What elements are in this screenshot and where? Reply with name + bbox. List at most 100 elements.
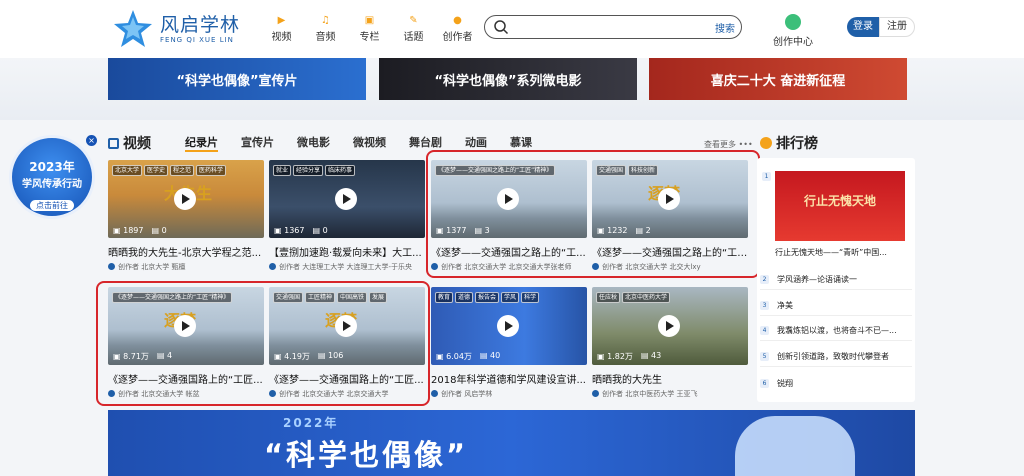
- search-box: 搜索: [484, 15, 742, 39]
- ranking-item[interactable]: 1 行止无愧天地——“青听”中国...: [760, 172, 912, 262]
- nav-column[interactable]: ▣ 专栏: [350, 14, 389, 43]
- creator-center-link[interactable]: 创作中心: [773, 14, 813, 48]
- banner-row: “科学也偶像”宣传片 “科学也偶像”系列微电影 喜庆二十大 奋进新征程: [0, 58, 1024, 120]
- views-count: ▣ 1232: [597, 226, 628, 235]
- play-icon[interactable]: [497, 315, 519, 337]
- ranking-item[interactable]: 6 锐翔: [760, 373, 912, 393]
- ranking-item[interactable]: 4 我翥炼铝以渡，也将奋斗不已—...: [760, 321, 912, 341]
- ranking-item[interactable]: 2 学风涵养—论语诵读一: [760, 270, 912, 290]
- rank-text: 锐翔: [777, 378, 793, 388]
- video-card[interactable]: 《逐梦——交通强国之路上的“工匠”精神》 ▣ 1377 ▤ 3 《逐梦——交通强国之路…: [431, 160, 587, 280]
- video-stats: ▣ 4.19万 ▤ 106: [274, 351, 351, 362]
- video-card[interactable]: 任应秋 北京中医药大学 ▣ 1.82万 ▤ 43 晒晒我的大先生创作者 北京中医药大学 …: [592, 287, 748, 407]
- video-card[interactable]: 交通强国科技创新逐梦▣ 1232▤ 2《逐梦——交通强国之路上的“工匠...创作…: [592, 160, 748, 280]
- video-tag: 工匠精神: [305, 292, 336, 303]
- video-card[interactable]: 《逐梦——交通强国之路上的“工匠”精神》逐梦▣ 8.71万▤ 4《逐梦——交通强…: [108, 287, 264, 407]
- banner-micro-film[interactable]: “科学也偶像”系列微电影: [379, 58, 637, 100]
- play-icon[interactable]: [174, 315, 196, 337]
- creator-center-label: 创作中心: [773, 37, 813, 48]
- video-thumbnail[interactable]: 《逐梦——交通强国之路上的“工匠”精神》逐梦▣ 8.71万▤ 4: [108, 287, 264, 365]
- bottom-banner-title: “科学也偶像”: [264, 438, 469, 472]
- tab-animation[interactable]: 动画: [465, 134, 487, 152]
- video-title[interactable]: 晒晒我的大先生-北京大学程之范...: [108, 244, 264, 259]
- close-icon[interactable]: ×: [86, 135, 97, 146]
- video-title[interactable]: 【壹捌加速跑·载爱向未来】大工...: [269, 244, 425, 259]
- rank-text: 创新引领道路，致敬时代攀登者: [777, 352, 889, 361]
- tab-micro-film[interactable]: 微电影: [297, 134, 330, 152]
- rank-text: 学风涵养—论语诵读一: [777, 275, 857, 284]
- author-text: 创作者 北京中医药大学 王亚飞: [602, 390, 698, 398]
- video-title[interactable]: 《逐梦——交通强国之路上的“工匠...: [592, 244, 748, 259]
- video-tags: 交通强国 科技创新: [596, 165, 660, 176]
- views-count: ▣ 8.71万: [113, 352, 149, 361]
- nav-topic[interactable]: ✎ 话题: [394, 14, 433, 43]
- comments-count: ▤ 0: [151, 226, 167, 235]
- video-tags: 《逐梦——交通强国之路上的“工匠”精神》: [112, 292, 234, 303]
- register-button[interactable]: 注册: [879, 17, 915, 37]
- tab-promo[interactable]: 宣传片: [241, 134, 274, 152]
- video-card[interactable]: 教育 道德 报告会 学风 科学 ▣ 6.04万 ▤ 40 2018年科学道德和学风建设宣讲..…: [431, 287, 587, 407]
- ranking-title: 排行榜: [776, 136, 818, 152]
- video-thumbnail[interactable]: 《逐梦——交通强国之路上的“工匠”精神》 ▣ 1377 ▤ 3: [431, 160, 587, 238]
- ranking-cover[interactable]: 行止无愧天地: [775, 171, 905, 241]
- comments-count: ▤ 106: [317, 351, 344, 360]
- video-tags: 《逐梦——交通强国之路上的“工匠”精神》: [435, 165, 557, 176]
- promo-button[interactable]: 点击前往: [30, 200, 74, 211]
- video-thumbnail[interactable]: 交通强国工匠精神中国高铁发展逐梦▣ 4.19万▤ 106: [269, 287, 425, 365]
- banner-congress[interactable]: 喜庆二十大 奋进新征程: [649, 58, 907, 100]
- video-title[interactable]: 《逐梦——交通强国之路上的“工...: [431, 244, 587, 259]
- video-thumbnail[interactable]: 交通强国科技创新逐梦▣ 1232▤ 2: [592, 160, 748, 238]
- tab-micro-video[interactable]: 微视频: [353, 134, 386, 152]
- ranking-item[interactable]: 5 创新引领道路，致敬时代攀登者: [760, 347, 912, 367]
- tab-documentary[interactable]: 纪录片: [185, 134, 218, 152]
- view-more-link[interactable]: 查看更多 •••: [704, 139, 753, 150]
- search-button[interactable]: 搜索: [715, 20, 735, 35]
- video-title[interactable]: 《逐梦——交通强国路上的“工匠...: [108, 371, 264, 386]
- author-text: 创作者 北京交通大学 帐盆: [118, 390, 200, 398]
- video-card[interactable]: 北京大学医学史程之范医药科学大先生▣ 1897▤ 0 晒晒我的大先生-北京大学程之…: [108, 160, 264, 280]
- video-title[interactable]: 2018年科学道德和学风建设宣讲...: [431, 371, 587, 386]
- video-thumbnail[interactable]: 就业 经验分享 临床药事 ▣ 1367 ▤ 0: [269, 160, 425, 238]
- video-tag: 程之范: [170, 165, 195, 176]
- comments-count: ▤ 43: [640, 351, 662, 360]
- bottom-banner[interactable]: 2022年 “科学也偶像”: [108, 410, 915, 476]
- nav-audio[interactable]: ♫ 音频: [306, 14, 345, 43]
- play-icon[interactable]: [658, 315, 680, 337]
- video-card[interactable]: 交通强国工匠精神中国高铁发展逐梦▣ 4.19万▤ 106《逐梦——交通强国路上的…: [269, 287, 425, 407]
- play-icon[interactable]: [335, 315, 357, 337]
- banner-promo-film[interactable]: “科学也偶像”宣传片: [108, 58, 366, 100]
- play-icon[interactable]: [497, 188, 519, 210]
- video-title[interactable]: 晒晒我的大先生: [592, 371, 748, 386]
- ranking-item[interactable]: 3 净美: [760, 296, 912, 316]
- nav-creator[interactable]: ● 创作者: [438, 14, 477, 43]
- video-title[interactable]: 《逐梦——交通强国路上的“工匠...: [269, 371, 425, 386]
- video-tag: 中国高铁: [337, 292, 368, 303]
- video-tags: 教育 道德 报告会 学风 科学: [435, 292, 541, 303]
- search-icon: [494, 20, 509, 35]
- play-icon[interactable]: [658, 188, 680, 210]
- video-card[interactable]: 就业 经验分享 临床药事 ▣ 1367 ▤ 0 【壹捌加速跑·载爱向未来】大工... 创作者…: [269, 160, 425, 280]
- video-thumbnail[interactable]: 任应秋 北京中医药大学 ▣ 1.82万 ▤ 43: [592, 287, 748, 365]
- video-thumbnail[interactable]: 北京大学医学史程之范医药科学大先生▣ 1897▤ 0: [108, 160, 264, 238]
- promo-badge[interactable]: 2023年 学风传承行动 点击前往: [9, 135, 95, 219]
- login-button[interactable]: 登录: [847, 17, 879, 37]
- tab-mooc[interactable]: 慕课: [510, 134, 532, 152]
- star-logo-icon: [114, 10, 152, 47]
- comments-count: ▤ 40: [479, 351, 501, 360]
- video-author: 创作者 北京交通大学 北京交通大学张老师: [431, 262, 587, 272]
- bottom-banner-year: 2022年: [283, 416, 339, 430]
- video-thumbnail[interactable]: 教育 道德 报告会 学风 科学 ▣ 6.04万 ▤ 40: [431, 287, 587, 365]
- views-count: ▣ 4.19万: [274, 352, 310, 361]
- video-tag: 道德: [455, 292, 474, 303]
- tab-stage-play[interactable]: 舞台剧: [409, 134, 442, 152]
- site-logo[interactable]: 风启学林 FENG QI XUE LIN: [112, 8, 240, 50]
- play-icon[interactable]: [174, 188, 196, 210]
- video-stats: ▣ 8.71万 ▤ 4: [113, 351, 180, 362]
- search-input[interactable]: [515, 18, 695, 36]
- nav-video[interactable]: ▶ 视频: [262, 14, 301, 43]
- promo-title: 学风传承行动: [22, 179, 82, 190]
- rank-number: 2: [760, 275, 769, 284]
- video-stats: ▣ 6.04万 ▤ 40: [436, 351, 508, 362]
- creator-icon: ●: [453, 15, 462, 26]
- play-icon[interactable]: [335, 188, 357, 210]
